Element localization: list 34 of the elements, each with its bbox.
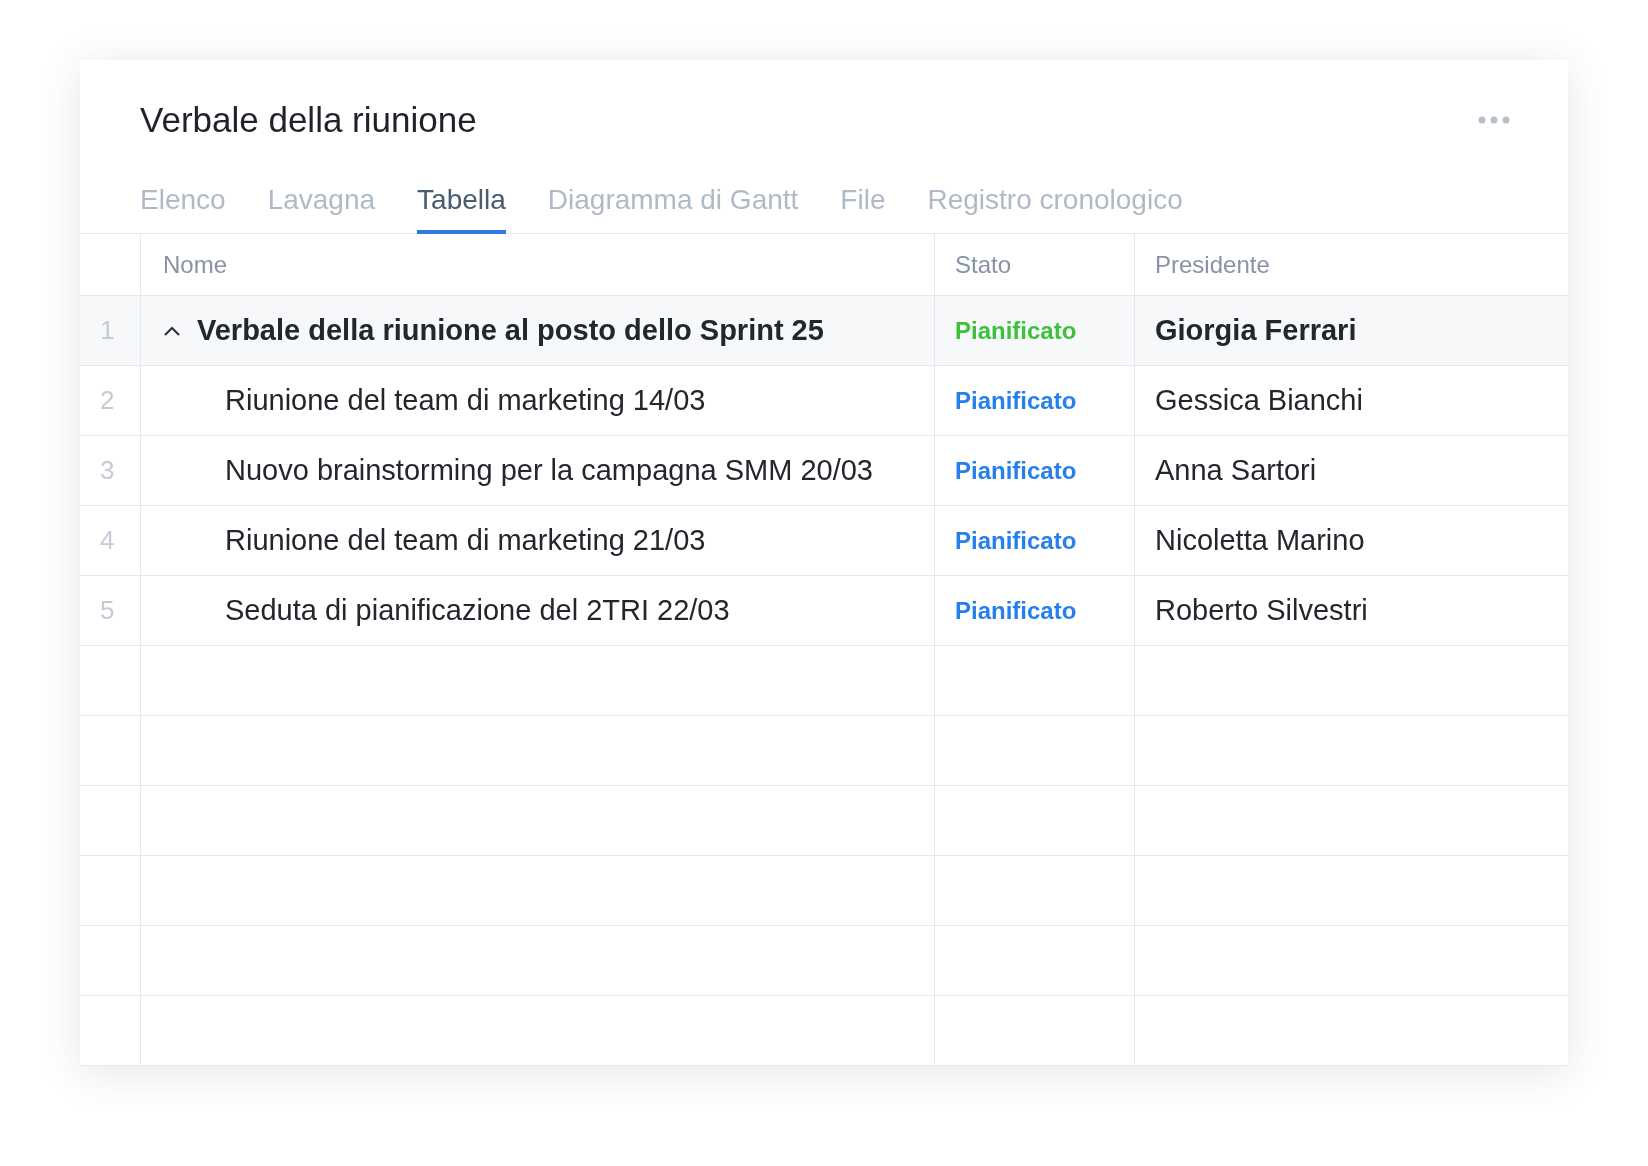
status-label: Pianificato [955, 316, 1077, 345]
page-title: Verbale della riunione [140, 100, 477, 140]
row-name: Riunione del team di marketing 21/03 [225, 524, 706, 557]
row-name: Verbale della riunione al posto dello Sprint 25 [197, 314, 824, 347]
status-label: Pianificato [955, 386, 1077, 415]
tab[interactable]: File [840, 172, 886, 234]
row-name: Nuovo brainstorming per la campagna SMM 20/03 [225, 454, 873, 487]
column-header: Presidente [1155, 250, 1270, 279]
table-cell [80, 926, 141, 996]
tab[interactable]: Registro cronologico [927, 172, 1183, 234]
tab[interactable]: Diagramma di Gantt [547, 172, 799, 234]
row-name: Riunione del team di marketing 14/03 [225, 384, 706, 417]
chair-name: Roberto Silvestri [1155, 594, 1368, 627]
status-label: Pianificato [955, 526, 1077, 555]
row-name: Seduta di pianificazione del 2TRI 22/03 [225, 594, 730, 627]
table-cell [80, 856, 141, 926]
chair-name: Giorgia Ferrari [1155, 314, 1357, 347]
table-cell [80, 996, 141, 1066]
chair-name: Nicoletta Marino [1155, 524, 1365, 557]
tab[interactable]: Elenco [140, 172, 226, 234]
caret-icon[interactable] [163, 324, 181, 337]
column-header: Nome [163, 250, 228, 279]
chair-name: Anna Sartori [1155, 454, 1317, 487]
table-cell [80, 716, 141, 786]
row-number: 4 [99, 525, 115, 556]
chair-name: Gessica Bianchi [1155, 384, 1363, 417]
row-number: 5 [99, 595, 115, 626]
column-header: Stato [955, 250, 1012, 279]
row-number: 2 [99, 385, 115, 416]
row-number: 3 [99, 455, 115, 486]
table-cell [80, 786, 141, 856]
tab[interactable]: Lavagna [267, 172, 376, 234]
status-label: Pianificato [955, 596, 1077, 625]
status-label: Pianificato [955, 456, 1077, 485]
